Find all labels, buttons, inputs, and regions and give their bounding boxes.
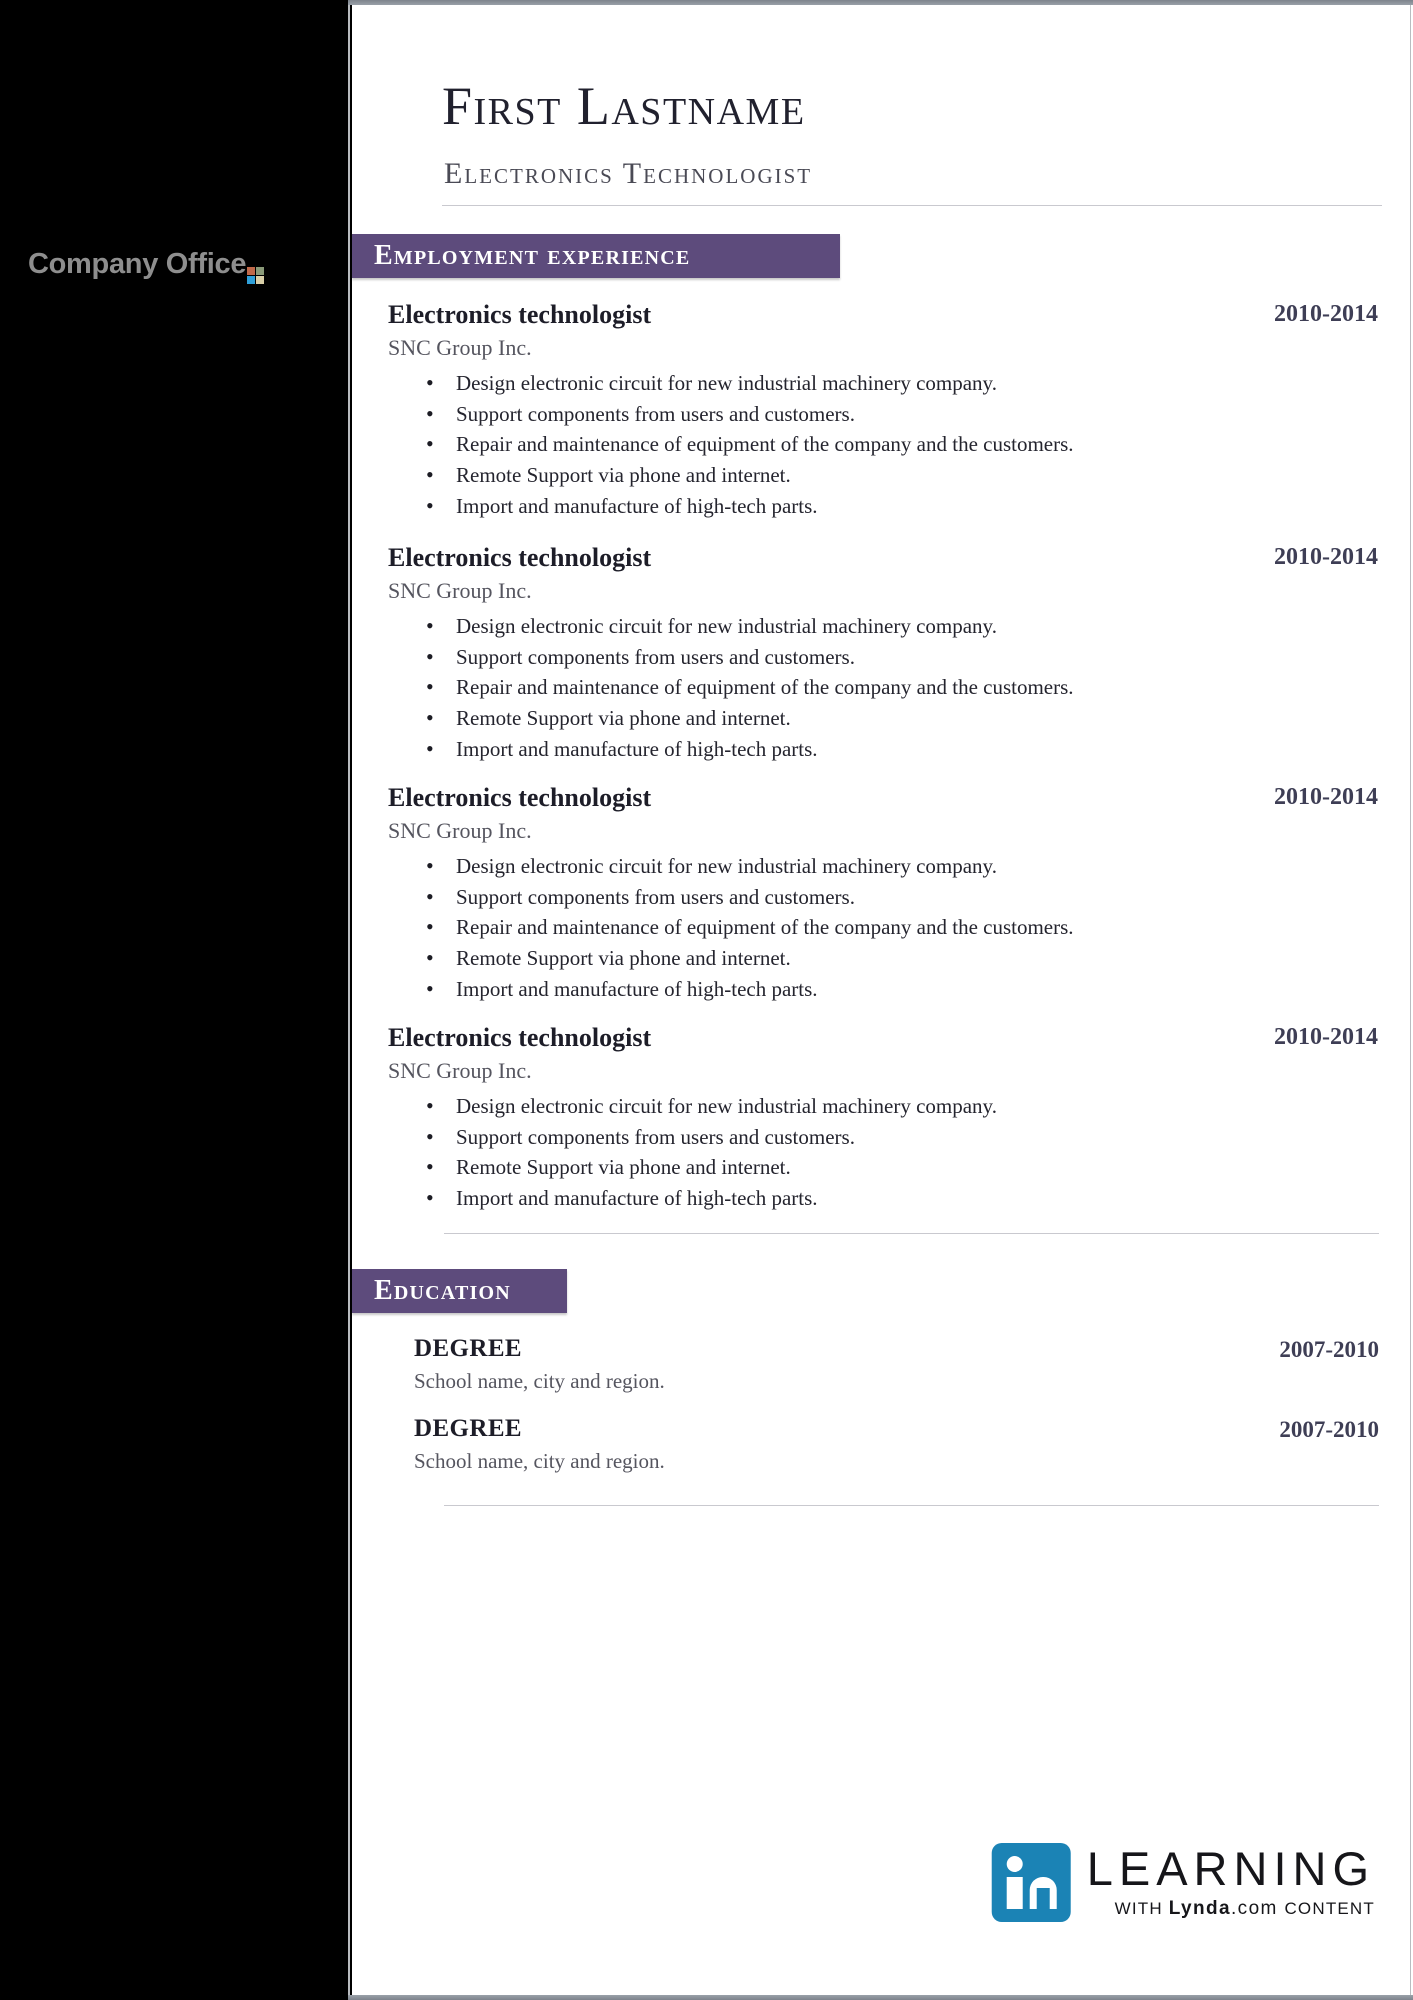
employment-education-divider [444, 1233, 1379, 1234]
job-bullet: Import and manufacture of high-tech part… [388, 733, 1378, 765]
job-title: Electronics technologist [388, 783, 652, 812]
linkedin-in-icon [991, 1843, 1071, 1922]
job-bullet: Import and manufacture of high-tech part… [388, 973, 1378, 1005]
education-entry: DEGREE 2007-2010 School name, city and r… [414, 1335, 1379, 1394]
job-bullet: Remote Support via phone and internet. [388, 1151, 1378, 1183]
job-bullet: Support components from users and custom… [388, 1121, 1378, 1153]
job-title: Electronics technologist [388, 543, 652, 572]
attribution-with: WITH [1114, 1899, 1169, 1918]
learning-wordmark: LEARNING [1086, 1842, 1375, 1895]
job-bullet-list: Design electronic circuit for new indust… [388, 367, 1378, 522]
job-header: Electronics technologist 2010-2014 [388, 543, 1378, 573]
job-bullet: Remote Support via phone and internet. [388, 942, 1378, 974]
education-degree: DEGREE [414, 1335, 522, 1362]
job-company: SNC Group Inc. [388, 335, 532, 360]
job-bullet: Remote Support via phone and internet. [388, 459, 1378, 491]
job-bullet: Repair and maintenance of equipment of t… [388, 428, 1378, 460]
job-bullet: Support components from users and custom… [388, 398, 1378, 430]
job-entry: Electronics technologist 2010-2014 SNC G… [388, 543, 1378, 764]
linkedin-learning-badge: LEARNING WITH Lynda.com CONTENT [991, 1843, 1375, 1922]
app-title-bar: Company Office [28, 248, 265, 284]
cv-document-page: Details 123 on the Street New York, NY 1… [348, 5, 1411, 1995]
education-header: DEGREE 2007-2010 [414, 1415, 1379, 1445]
linkedin-learning-wordmark-group: LEARNING WITH Lynda.com CONTENT [1087, 1843, 1375, 1920]
page-subtitle: Electronics Technologist [444, 157, 813, 190]
education-school: School name, city and region. [414, 1449, 665, 1473]
job-bullet-list: Design electronic circuit for new indust… [388, 610, 1378, 765]
job-entry: Electronics technologist 2010-2014 SNC G… [388, 300, 1378, 521]
education-dates: 2007-2010 [1279, 1337, 1379, 1362]
job-dates: 2010-2014 [1274, 544, 1378, 570]
job-dates: 2010-2014 [1274, 301, 1378, 327]
office-logo-icon [247, 259, 265, 284]
job-bullet: Repair and maintenance of equipment of t… [388, 911, 1378, 943]
job-bullet: Design electronic circuit for new indust… [388, 850, 1378, 882]
app-backdrop [0, 0, 348, 2000]
job-bullet: Import and manufacture of high-tech part… [388, 1182, 1378, 1214]
education-bottom-divider [444, 1505, 1379, 1506]
education-degree: DEGREE [414, 1415, 522, 1442]
job-bullet: Support components from users and custom… [388, 641, 1378, 673]
job-bullet: Design electronic circuit for new indust… [388, 610, 1378, 642]
job-bullet: Remote Support via phone and internet. [388, 702, 1378, 734]
job-bullet: Design electronic circuit for new indust… [388, 367, 1378, 399]
section-banner-employment: Employment experience [352, 234, 840, 278]
attribution-brand: Lynda [1168, 1898, 1231, 1919]
job-entry: Electronics technologist 2010-2014 SNC G… [388, 783, 1378, 1004]
job-header: Electronics technologist 2010-2014 [388, 300, 1378, 330]
cv-main-column: First Lastname Electronics Technologist … [352, 5, 1410, 1995]
job-title: Electronics technologist [388, 300, 652, 329]
screenshot-root: Company Office Details 123 on the Street… [0, 0, 1413, 2000]
education-header: DEGREE 2007-2010 [414, 1335, 1379, 1365]
page-title: First Lastname [442, 76, 806, 136]
attribution-domain: .com [1230, 1898, 1285, 1919]
job-dates: 2010-2014 [1274, 784, 1378, 810]
job-bullet: Support components from users and custom… [388, 881, 1378, 913]
job-company: SNC Group Inc. [388, 818, 532, 843]
job-company: SNC Group Inc. [388, 578, 532, 603]
lynda-attribution: WITH Lynda.com CONTENT [1087, 1898, 1375, 1920]
job-header: Electronics technologist 2010-2014 [388, 783, 1378, 813]
job-dates: 2010-2014 [1274, 1024, 1378, 1050]
job-bullet-list: Design electronic circuit for new indust… [388, 1090, 1378, 1214]
job-header: Electronics technologist 2010-2014 [388, 1023, 1378, 1053]
job-bullet: Import and manufacture of high-tech part… [388, 490, 1378, 522]
app-title-label: Company Office [28, 248, 247, 280]
employment-banner-label: Employment experience [374, 240, 691, 271]
job-company: SNC Group Inc. [388, 1058, 532, 1083]
education-school: School name, city and region. [414, 1369, 665, 1393]
job-bullet: Design electronic circuit for new indust… [388, 1090, 1378, 1122]
job-bullet: Repair and maintenance of equipment of t… [388, 671, 1378, 703]
attribution-content: CONTENT [1284, 1899, 1375, 1918]
header-divider [442, 205, 1382, 206]
job-entry: Electronics technologist 2010-2014 SNC G… [388, 1023, 1378, 1214]
education-entry: DEGREE 2007-2010 School name, city and r… [414, 1415, 1379, 1474]
education-banner-label: Education [374, 1275, 511, 1306]
education-dates: 2007-2010 [1279, 1417, 1379, 1442]
job-bullet-list: Design electronic circuit for new indust… [388, 850, 1378, 1005]
job-title: Electronics technologist [388, 1023, 652, 1052]
section-banner-education: Education [352, 1269, 567, 1313]
